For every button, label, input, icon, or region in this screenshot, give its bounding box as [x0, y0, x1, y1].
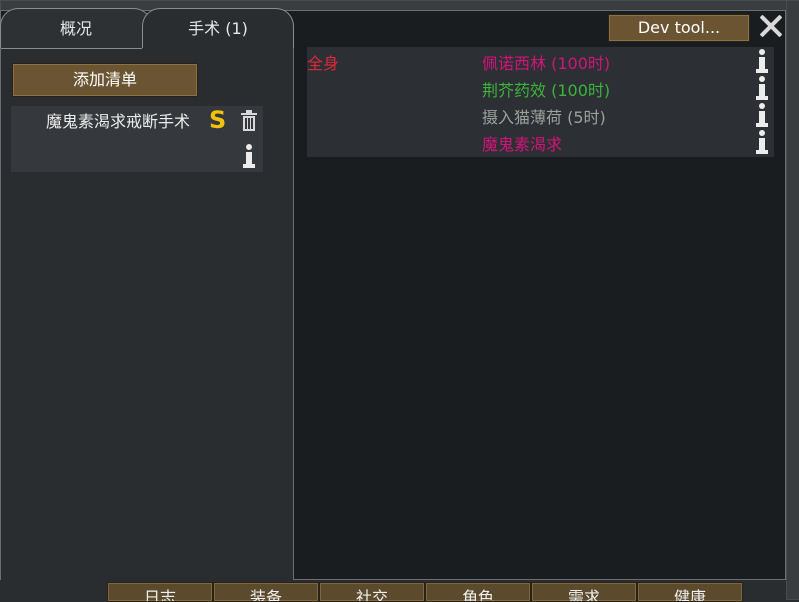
info-icon[interactable] — [755, 129, 769, 155]
health-row: 全身 佩诺西林 (100时) — [307, 47, 774, 74]
hediff-label: 摄入猫薄荷 (5时) — [482, 108, 606, 127]
tab-surgery[interactable]: 手术 (1) — [142, 8, 294, 48]
info-icon[interactable] — [755, 48, 769, 74]
dev-tool-button[interactable]: Dev tool... — [608, 14, 750, 42]
body-part-label: 全身 — [307, 54, 340, 73]
close-icon[interactable] — [757, 12, 785, 40]
health-row: 荆芥药效 (100时) — [307, 74, 774, 101]
bottom-tab-gear[interactable]: 装备 — [213, 582, 319, 602]
hediff-label: 荆芥药效 (100时) — [482, 81, 611, 100]
info-icon[interactable] — [755, 102, 769, 128]
hediff-label: 魔鬼素渴求 — [482, 135, 563, 154]
info-icon[interactable] — [242, 143, 256, 169]
tab-overview[interactable]: 概况 — [0, 8, 152, 48]
bottom-tab-log[interactable]: 日志 — [107, 582, 213, 602]
bill-label: 魔鬼素渴求戒断手术 — [46, 112, 191, 131]
bottom-tab-character[interactable]: 角色 — [425, 582, 531, 602]
info-icon[interactable] — [755, 75, 769, 101]
hediff-label: 佩诺西林 (100时) — [482, 54, 611, 73]
bottom-tab-needs[interactable]: 需求 — [531, 582, 637, 602]
background-tile — [786, 0, 799, 600]
health-row: 魔鬼素渴求 — [307, 128, 774, 155]
health-list: 全身 佩诺西林 (100时) 荆芥药效 (100时) 摄入猫薄荷 (5时) 魔鬼… — [307, 47, 774, 157]
bottom-tab-social[interactable]: 社交 — [319, 582, 425, 602]
suspend-icon[interactable]: S — [209, 106, 226, 134]
bottom-tab-health[interactable]: 健康 — [637, 582, 743, 602]
add-bill-button[interactable]: 添加清单 — [12, 63, 198, 97]
trash-icon[interactable] — [240, 110, 258, 132]
health-row: 摄入猫薄荷 (5时) — [307, 101, 774, 128]
